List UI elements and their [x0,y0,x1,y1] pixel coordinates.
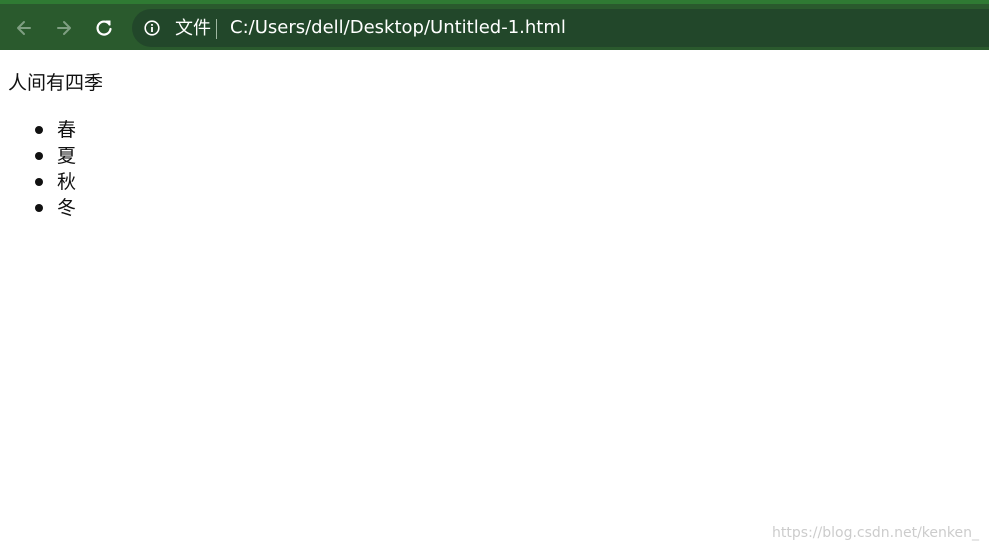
season-label: 春 [57,119,77,141]
season-list: 春 夏 秋 冬 [0,117,76,221]
reload-icon [96,20,112,36]
season-label: 夏 [57,145,77,167]
arrow-left-icon [17,21,31,35]
scheme-label: 文件 [175,18,211,39]
url-text[interactable]: C:/Users/dell/Desktop/Untitled-1.html [230,17,566,39]
list-item: 冬 [0,195,76,221]
info-icon[interactable] [144,20,160,36]
page-content: 人间有四季 春 夏 秋 冬 https://blog.csdn.net/kenk… [0,50,989,549]
season-label: 秋 [57,171,77,193]
browser-toolbar: 文件 C:/Users/dell/Desktop/Untitled-1.html [0,0,989,50]
address-bar[interactable]: 文件 C:/Users/dell/Desktop/Untitled-1.html [132,9,989,47]
bullet-icon [35,204,43,212]
bullet-icon [35,152,43,160]
season-label: 冬 [57,197,77,219]
watermark: https://blog.csdn.net/kenken_ [772,525,979,541]
list-item: 秋 [0,169,76,195]
reload-button[interactable] [90,14,118,42]
bullet-icon [35,178,43,186]
arrow-right-icon [57,21,71,35]
bullet-icon [35,126,43,134]
list-item: 春 [0,117,76,143]
list-item: 夏 [0,143,76,169]
back-button[interactable] [10,14,38,42]
address-separator [216,19,217,39]
page-heading: 人间有四季 [8,72,104,94]
forward-button[interactable] [50,14,78,42]
